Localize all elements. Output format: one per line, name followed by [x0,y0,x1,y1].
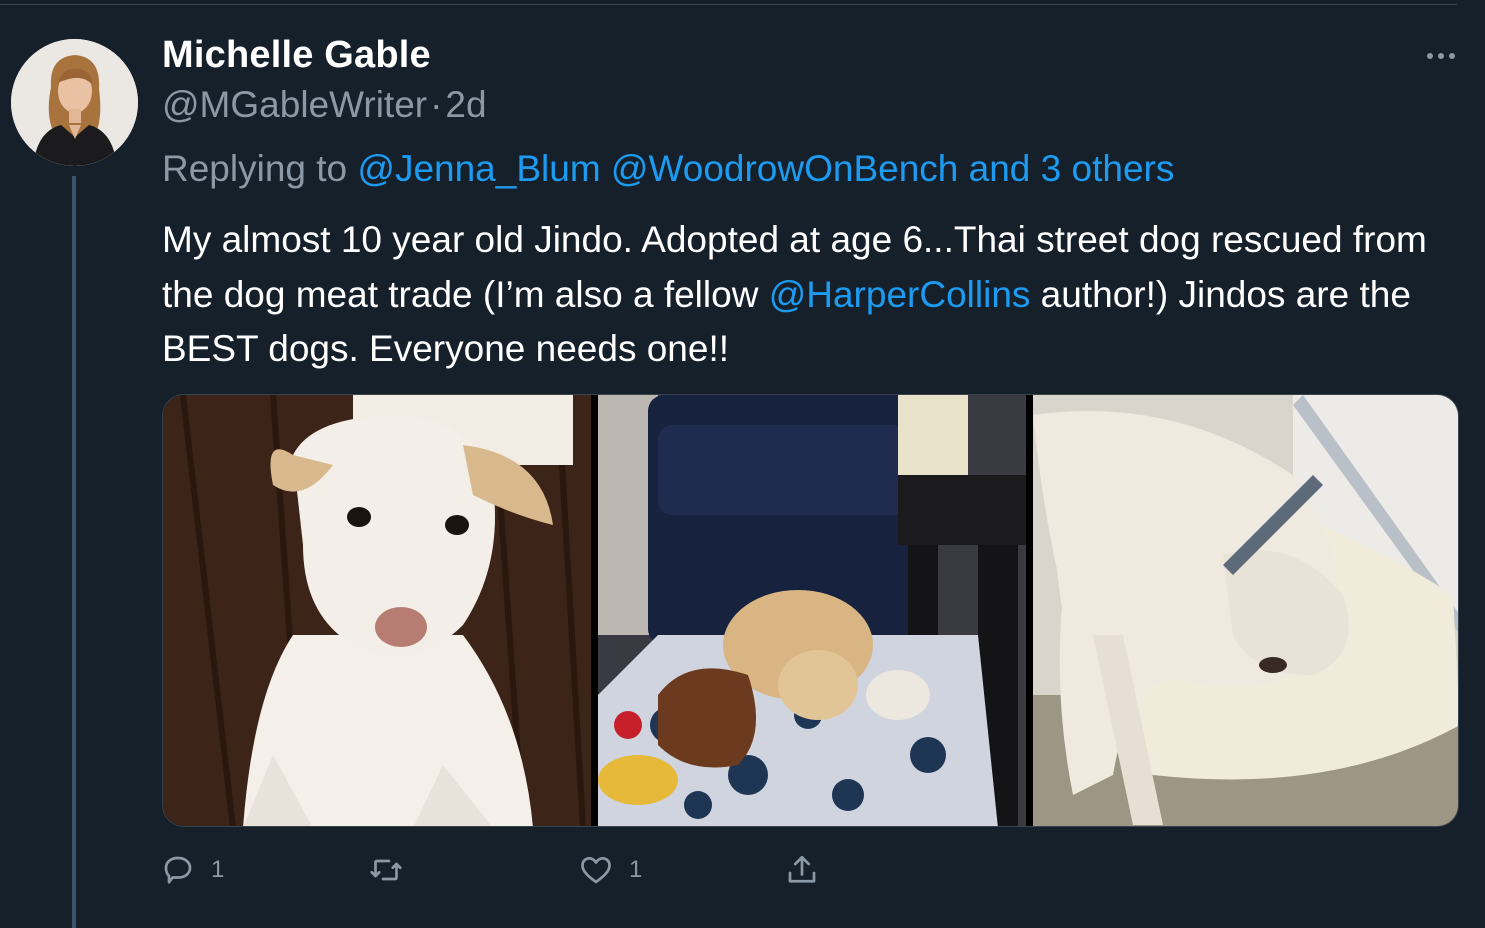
thread-line [72,176,76,928]
like-button[interactable]: 1 [578,848,642,892]
heart-icon [581,856,611,884]
reply-mention-jenna[interactable]: @Jenna_Blum [357,148,600,189]
replying-to-label: Replying to [162,148,348,189]
photo-dog-sleeping[interactable] [1033,395,1458,826]
like-count: 1 [629,856,643,883]
media-grid [162,394,1459,827]
replying-to: Replying to @Jenna_Blum @WoodrowOnBench … [162,148,1174,190]
more-options-button[interactable] [1418,38,1464,74]
dog-sleeping-image [1033,395,1458,826]
dog-couch-image [598,395,1026,826]
photo-dog-couch[interactable] [598,395,1026,826]
retweet-icon [370,859,402,881]
tweet-timestamp[interactable]: 2d [445,84,486,125]
author-meta: @MGableWriter·2d [162,84,487,126]
reply-mention-woodrow[interactable]: @WoodrowOnBench [611,148,958,189]
share-upload-icon [788,855,816,883]
avatar-portrait [11,39,138,166]
top-divider [0,4,1457,5]
tweet-actions: 1 1 [160,848,860,892]
share-button[interactable] [784,848,820,892]
reply-count: 1 [211,856,225,883]
author-avatar[interactable] [11,39,138,166]
author-name[interactable]: Michelle Gable [162,34,431,77]
reply-bubble-icon [164,856,192,884]
mention-harpercollins[interactable]: @HarperCollins [769,274,1031,315]
dog-closeup-image [163,395,591,826]
reply-button[interactable]: 1 [160,848,224,892]
photo-dog-closeup[interactable] [163,395,591,826]
reply-others-link[interactable]: and 3 others [969,148,1175,189]
tweet-page: Michelle Gable @MGableWriter·2d Replying… [0,0,1485,928]
more-horizontal-icon [1427,53,1455,59]
tweet-text: My almost 10 year old Jindo. Adopted at … [162,213,1452,377]
author-handle[interactable]: @MGableWriter [162,84,427,125]
retweet-button[interactable] [368,848,404,892]
meta-separator: · [430,84,443,125]
